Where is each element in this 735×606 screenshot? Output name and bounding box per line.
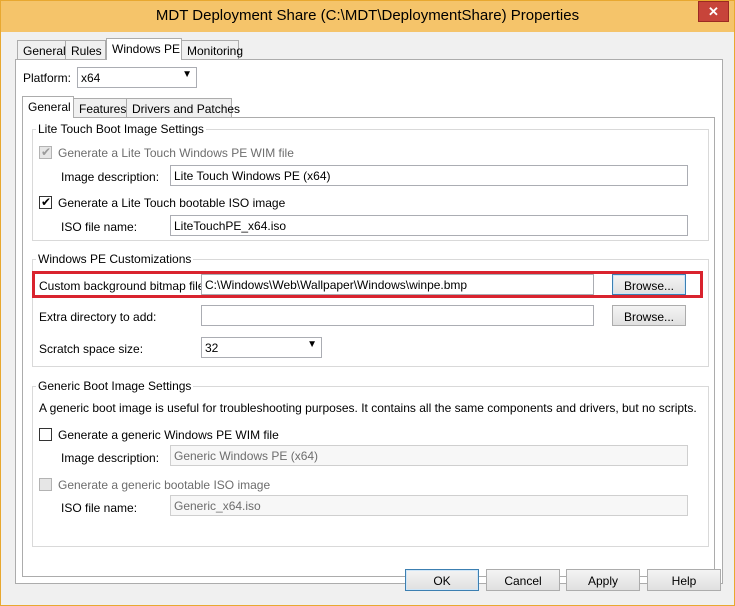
lite-touch-image-description-field[interactable]: Lite Touch Windows PE (x64) xyxy=(170,165,688,186)
help-button[interactable]: Help xyxy=(647,569,721,591)
generic-image-description-label: Image description: xyxy=(61,451,160,465)
lite-touch-image-description-label: Image description: xyxy=(61,170,160,184)
checkmark-icon: ✔ xyxy=(41,195,52,209)
general-subpanel: Lite Touch Boot Image Settings ✔ Generat… xyxy=(22,117,715,577)
platform-value: x64 xyxy=(81,71,101,85)
generic-group-label: Generic Boot Image Settings xyxy=(36,379,194,393)
chevron-down-icon: ▼ xyxy=(182,69,192,80)
lite-touch-iso-label: Generate a Lite Touch bootable ISO image xyxy=(58,196,286,210)
bitmap-browse-button[interactable]: Browse... xyxy=(612,274,686,295)
inner-tab-general[interactable]: General xyxy=(22,96,74,118)
window-title: MDT Deployment Share (C:\MDT\DeploymentS… xyxy=(155,7,580,24)
extra-directory-label: Extra directory to add: xyxy=(39,310,157,324)
bitmap-label: Custom background bitmap file: xyxy=(39,279,208,293)
generic-iso-checkbox[interactable] xyxy=(39,478,52,491)
lite-touch-iso-file-field[interactable]: LiteTouchPE_x64.iso xyxy=(170,215,688,236)
lite-touch-iso-checkbox[interactable]: ✔ xyxy=(39,195,52,209)
tab-rules[interactable]: Rules xyxy=(65,40,106,60)
inner-tab-features[interactable]: Features xyxy=(73,98,127,118)
close-button[interactable]: ✕ xyxy=(698,1,729,22)
inner-tab-drivers-and-patches[interactable]: Drivers and Patches xyxy=(126,98,240,118)
apply-button[interactable]: Apply xyxy=(566,569,640,591)
scratch-space-label: Scratch space size: xyxy=(39,342,144,356)
lite-touch-group-label: Lite Touch Boot Image Settings xyxy=(36,122,206,136)
lite-touch-wim-checkbox[interactable]: ✔ xyxy=(39,145,52,159)
tab-monitoring[interactable]: Monitoring xyxy=(181,40,243,60)
properties-dialog: MDT Deployment Share (C:\MDT\DeploymentS… xyxy=(0,0,735,606)
chevron-down-icon: ▼ xyxy=(307,339,317,350)
platform-label: Platform: xyxy=(23,71,72,85)
generic-iso-file-label: ISO file name: xyxy=(61,501,138,515)
close-icon: ✕ xyxy=(708,4,719,19)
tab-windows-pe[interactable]: Windows PE xyxy=(106,38,182,60)
lite-touch-wim-label: Generate a Lite Touch Windows PE WIM fil… xyxy=(58,146,294,160)
generic-wim-checkbox[interactable] xyxy=(39,428,52,441)
extra-directory-browse-button[interactable]: Browse... xyxy=(612,305,686,326)
generic-iso-file-field[interactable]: Generic_x64.iso xyxy=(170,495,688,516)
scratch-space-value: 32 xyxy=(205,341,219,355)
generic-iso-label: Generate a generic bootable ISO image xyxy=(58,478,271,492)
windows-pe-panel: Platform: x64 ▼ General Features Drivers… xyxy=(15,59,723,584)
cancel-button[interactable]: Cancel xyxy=(486,569,560,591)
title-bar[interactable]: MDT Deployment Share (C:\MDT\DeploymentS… xyxy=(1,1,734,32)
checkmark-icon: ✔ xyxy=(41,145,52,159)
generic-image-description-field[interactable]: Generic Windows PE (x64) xyxy=(170,445,688,466)
lite-touch-iso-file-label: ISO file name: xyxy=(61,220,138,234)
tab-general[interactable]: General xyxy=(17,40,66,60)
ok-button[interactable]: OK xyxy=(405,569,479,591)
bitmap-file-field[interactable]: C:\Windows\Web\Wallpaper\Windows\winpe.b… xyxy=(201,274,594,295)
customizations-group-label: Windows PE Customizations xyxy=(36,252,194,266)
dialog-body: General Rules Windows PE Monitoring Plat… xyxy=(7,32,729,601)
generic-description: A generic boot image is useful for troub… xyxy=(39,401,697,415)
platform-select[interactable]: x64 ▼ xyxy=(77,67,197,88)
scratch-space-select[interactable]: 32 ▼ xyxy=(201,337,322,358)
extra-directory-field[interactable] xyxy=(201,305,594,326)
generic-wim-label: Generate a generic Windows PE WIM file xyxy=(58,428,279,442)
